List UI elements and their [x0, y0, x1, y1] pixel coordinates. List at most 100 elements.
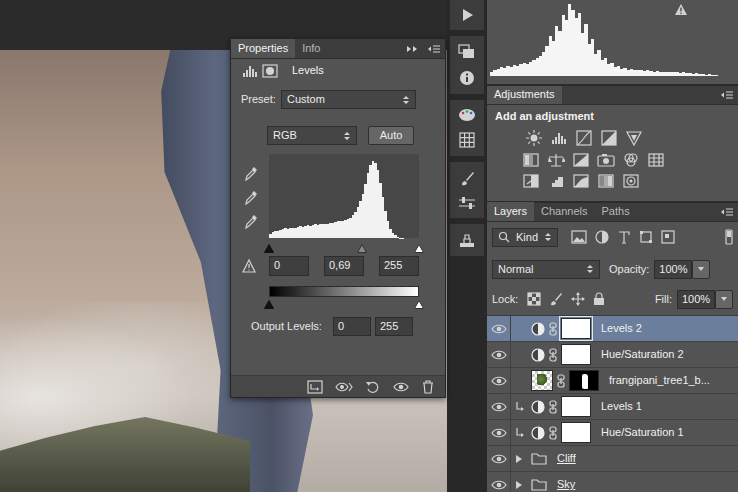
input-level-field[interactable]: 0,69 — [324, 256, 364, 275]
layer-row[interactable]: Levels 2 — [487, 316, 738, 342]
brush-icon[interactable] — [459, 170, 475, 186]
auto-button[interactable]: Auto — [368, 126, 414, 145]
expand-toggle[interactable] — [515, 454, 527, 464]
sun-icon[interactable] — [526, 130, 542, 146]
output-slider-handle[interactable] — [414, 298, 424, 307]
visibility-toggle[interactable] — [487, 394, 511, 419]
layer-row[interactable]: Hue/Saturation 2 — [487, 342, 738, 368]
input-slider-handle[interactable] — [357, 241, 367, 250]
reset-icon[interactable] — [365, 380, 381, 394]
balance-icon[interactable] — [547, 152, 565, 168]
panel-menu-icon[interactable] — [720, 90, 734, 104]
layer-name[interactable]: Cliff — [551, 452, 576, 465]
curves-icon[interactable] — [576, 130, 592, 146]
channel-select[interactable]: RGB — [267, 126, 357, 145]
input-level-field[interactable]: 255 — [379, 256, 419, 275]
panel-tab[interactable]: Adjustments — [487, 85, 562, 104]
gray-eyedropper-icon[interactable] — [243, 190, 257, 206]
lockbrush-icon[interactable] — [549, 292, 563, 306]
cache-warning-icon[interactable] — [674, 3, 688, 16]
visibility-icon[interactable] — [393, 381, 409, 393]
filter-toggle-icon[interactable] — [725, 229, 733, 245]
photofilter-icon[interactable] — [597, 152, 615, 168]
lockpix-icon[interactable] — [527, 292, 541, 306]
mask-icon[interactable] — [262, 64, 278, 78]
preset-select[interactable]: Custom — [281, 90, 416, 109]
invert-icon[interactable] — [523, 174, 539, 188]
layer-row[interactable]: Hue/Saturation 1 — [487, 420, 738, 446]
output-level-field[interactable]: 0 — [333, 317, 371, 336]
output-slider-track[interactable] — [269, 298, 419, 307]
fill-field[interactable]: 100% — [677, 290, 715, 309]
panel-tab[interactable]: Info — [295, 39, 327, 58]
layer-name[interactable]: Hue/Saturation 2 — [595, 348, 684, 361]
visibility-toggle[interactable] — [487, 446, 511, 471]
panel-tab[interactable]: Layers — [487, 202, 534, 221]
output-slider-handle[interactable] — [264, 298, 274, 307]
panel-tab[interactable]: Properties — [231, 39, 295, 58]
filter-image-icon[interactable] — [571, 230, 587, 244]
selcolor-icon[interactable] — [623, 174, 639, 188]
black-eyedropper-icon[interactable] — [243, 166, 257, 182]
visibility-toggle[interactable] — [487, 472, 511, 492]
vibrance-icon[interactable] — [626, 130, 642, 146]
input-slider-track[interactable] — [269, 241, 419, 250]
properties-panel[interactable]: PropertiesInfoLevelsPreset:CustomRGBAuto… — [230, 38, 446, 398]
visibility-toggle[interactable] — [487, 368, 511, 393]
palette-icon[interactable] — [458, 108, 476, 122]
clipping-warning-icon[interactable] — [242, 259, 258, 273]
white-eyedropper-icon[interactable] — [243, 214, 257, 230]
input-level-field[interactable]: 0 — [269, 256, 309, 275]
play-icon[interactable] — [460, 8, 474, 22]
output-level-field[interactable]: 255 — [375, 317, 413, 336]
expand-toggle[interactable] — [515, 480, 527, 490]
layer-name[interactable]: Levels 1 — [595, 400, 642, 413]
panel-tab[interactable]: Paths — [595, 202, 637, 221]
layer-name[interactable]: Levels 2 — [595, 322, 642, 335]
huesat-icon[interactable] — [523, 152, 539, 168]
layer-row[interactable]: Cliff — [487, 446, 738, 472]
blend-mode-select[interactable]: Normal — [492, 260, 600, 279]
layer-name[interactable]: Hue/Saturation 1 — [595, 426, 684, 439]
view-previous-icon[interactable] — [335, 380, 353, 394]
visibility-toggle[interactable] — [487, 316, 511, 341]
sliders-icon[interactable] — [458, 196, 476, 210]
posterize-icon[interactable] — [548, 174, 564, 188]
panel-menu-icon[interactable] — [427, 44, 441, 54]
levels-icon[interactable] — [551, 130, 567, 146]
lookup-icon[interactable] — [648, 152, 664, 168]
levels-icon[interactable] — [242, 64, 258, 78]
input-slider-handle[interactable] — [264, 241, 274, 250]
filter-select[interactable]: Kind — [492, 228, 558, 247]
panel-menu-icon[interactable] — [720, 207, 734, 221]
filter-smart-icon[interactable] — [661, 230, 675, 244]
layer-row[interactable]: Sky — [487, 472, 738, 492]
filter-type-icon[interactable] — [617, 230, 631, 244]
lockmove-icon[interactable] — [571, 292, 585, 306]
layer-row[interactable]: Levels 1 — [487, 394, 738, 420]
filter-shape-icon[interactable] — [639, 230, 653, 244]
lock-icon[interactable] — [593, 292, 605, 306]
gradmap-icon[interactable] — [598, 174, 614, 188]
panel-tab[interactable]: Channels — [534, 202, 594, 221]
threshold-icon[interactable] — [573, 174, 589, 188]
input-slider-handle[interactable] — [414, 241, 424, 250]
mixer-icon[interactable] — [623, 152, 639, 168]
trash-icon[interactable] — [421, 380, 435, 394]
layer-name[interactable]: frangipani_tree1_b... — [603, 374, 710, 387]
fill-dropdown[interactable] — [715, 290, 733, 309]
visibility-toggle[interactable] — [487, 342, 511, 367]
layer-name[interactable]: Sky — [551, 478, 575, 491]
grid-icon[interactable] — [459, 132, 475, 148]
comps-icon[interactable] — [458, 44, 476, 60]
collapse-icon[interactable] — [405, 44, 419, 54]
visibility-toggle[interactable] — [487, 420, 511, 445]
layer-row[interactable]: frangipani_tree1_b... — [487, 368, 738, 394]
filter-adjust-icon[interactable] — [595, 230, 609, 244]
info-icon[interactable] — [459, 70, 475, 86]
opacity-dropdown[interactable] — [692, 260, 710, 279]
opacity-field[interactable]: 100% — [654, 260, 692, 279]
clip-to-layer-icon[interactable] — [307, 380, 323, 394]
stamp-icon[interactable] — [459, 232, 475, 248]
exposure-icon[interactable] — [601, 130, 617, 146]
